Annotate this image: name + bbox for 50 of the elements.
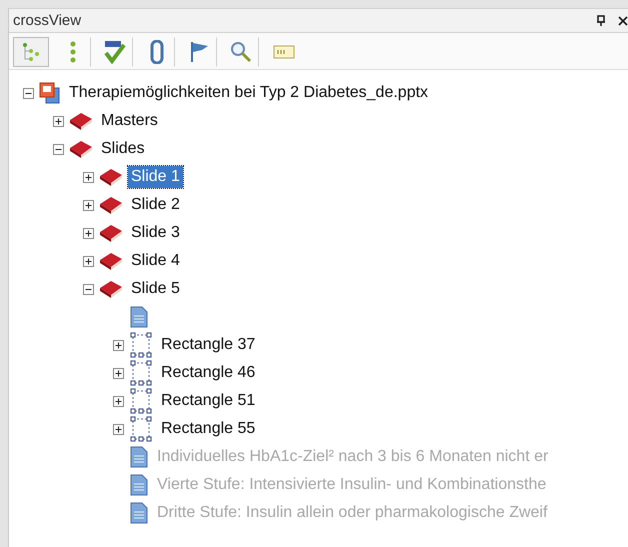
shape-icon [129,332,153,358]
search-icon [230,41,252,63]
flag-icon [189,41,209,63]
collapse-icon[interactable] [22,88,34,98]
tree-item[interactable]: Rectangle 55 [158,418,258,440]
tree-item[interactable]: Slide 3 [128,222,183,244]
pin-icon[interactable] [596,14,606,26]
tree-item[interactable]: Slide 5 [128,278,183,300]
tree-item[interactable]: Slide 2 [128,194,183,216]
tree-item[interactable]: Masters [98,110,161,132]
expand-icon[interactable] [112,424,124,434]
field-icon [272,45,294,59]
close-icon[interactable] [618,16,628,26]
tree-item[interactable]: Slides [98,138,148,160]
tree-item[interactable]: Slide 4 [128,250,183,272]
tree-item[interactable]: Therapiemöglichkeiten bei Typ 2 Diabetes_de.pptx [66,82,432,104]
expand-icon[interactable] [112,368,124,378]
expand-icon[interactable] [82,256,94,266]
book-icon [99,223,123,243]
document-icon [129,474,149,496]
collapse-icon[interactable] [82,284,94,294]
expand-icon[interactable] [82,172,94,182]
book-icon [69,111,93,131]
book-icon [99,195,123,215]
expand-icon[interactable] [112,340,124,350]
book-icon [99,251,123,271]
expand-icon[interactable] [82,228,94,238]
document-icon [129,446,149,468]
vertical-dots-icon [69,41,77,63]
book-icon [69,139,93,159]
book-icon [99,167,123,187]
tree-view-icon [21,42,41,62]
shape-icon [129,360,153,386]
spell-check-icon [103,40,127,64]
shape-icon [129,416,153,442]
expand-icon[interactable] [52,116,64,126]
document-icon [129,502,149,524]
collapse-icon[interactable] [52,144,64,154]
expand-icon[interactable] [82,200,94,210]
tree-item[interactable]: Rectangle 51 [158,390,258,412]
book-icon [99,279,123,299]
panel-title: crossView [13,12,82,29]
paperclip-icon [150,40,164,64]
tree-item[interactable]: Slide 1 [128,166,183,188]
expand-icon[interactable] [112,396,124,406]
document-icon [129,306,149,328]
tree-item[interactable]: Rectangle 37 [158,334,258,356]
presentation-file-icon [39,82,61,104]
tree-item[interactable]: Rectangle 46 [158,362,258,384]
shape-icon [129,388,153,414]
